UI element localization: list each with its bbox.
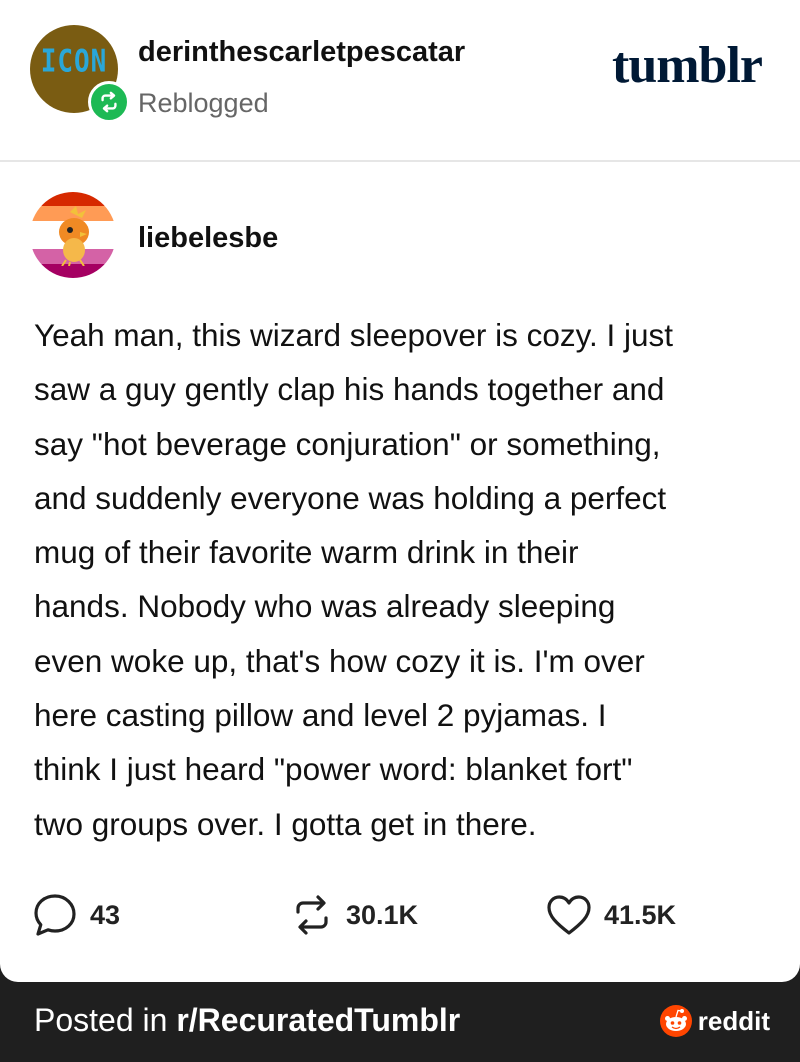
reblog-count: 30.1K [346, 899, 419, 930]
like-count: 41.5K [604, 899, 677, 930]
posted-in-caption: Posted in r/RecuratedTumblr [34, 1002, 460, 1039]
reblogger-avatar[interactable]: ICON [30, 25, 130, 123]
reblogs-button[interactable]: 30.1K [290, 892, 418, 938]
post-line: mug of their favorite warm drink in thei… [34, 534, 579, 571]
likes-button[interactable]: 41.5K [546, 892, 676, 938]
reblog-icon [296, 895, 328, 935]
post-line: say "hot beverage conjuration" or someth… [34, 425, 661, 462]
subreddit-link[interactable]: r/RecuratedTumblr [176, 1002, 460, 1038]
post-line: here casting pillow and level 2 pyjamas.… [34, 697, 607, 734]
reblogger-username[interactable]: derinthescarletpescatar [138, 36, 465, 69]
comment-count: 43 [90, 899, 121, 930]
comment-icon [34, 894, 76, 936]
reddit-snoo-icon [659, 1005, 692, 1037]
reblog-icon [101, 91, 117, 113]
post-line: hands. Nobody who was already sleeping [34, 588, 616, 625]
bird-mascot-icon [59, 206, 89, 266]
posted-in-prefix: Posted in [34, 1002, 177, 1038]
reddit-logo: reddit [659, 1005, 770, 1037]
post-line: saw a guy gently clap his hands together… [34, 371, 665, 408]
reblog-header: ICON derinthescarletpescatar Reblogged t… [0, 0, 800, 160]
post-line: two groups over. I gotta get in there. [34, 805, 537, 842]
reddit-wordmark: reddit [697, 1005, 770, 1036]
comments-button[interactable]: 43 [32, 892, 120, 938]
post-line: think I just heard "power word: blanket … [34, 751, 633, 788]
post-line: even woke up, that's how cozy it is. I'm… [34, 642, 645, 679]
tumblr-post-card: ICON derinthescarletpescatar Reblogged t… [0, 0, 800, 982]
author-avatar[interactable] [30, 192, 116, 278]
flag-stripe [30, 192, 116, 207]
post-line: Yeah man, this wizard sleepover is cozy.… [34, 317, 674, 353]
post-line: and suddenly everyone was holding a perf… [34, 479, 667, 516]
reddit-footer: Posted in r/RecuratedTumblr reddit [0, 982, 800, 1062]
tumblr-logo: tumblr [612, 37, 763, 94]
reblog-status-label: Reblogged [138, 88, 269, 118]
header-divider [0, 160, 800, 162]
avatar-text: ICON [40, 44, 108, 80]
reblog-badge-icon [88, 81, 130, 123]
post-body: Yeah man, this wizard sleepover is cozy.… [34, 308, 774, 851]
post-stats: 43 30.1K 41.5K [0, 880, 800, 950]
author-username[interactable]: liebelesbe [138, 222, 278, 255]
heart-icon [547, 895, 591, 935]
